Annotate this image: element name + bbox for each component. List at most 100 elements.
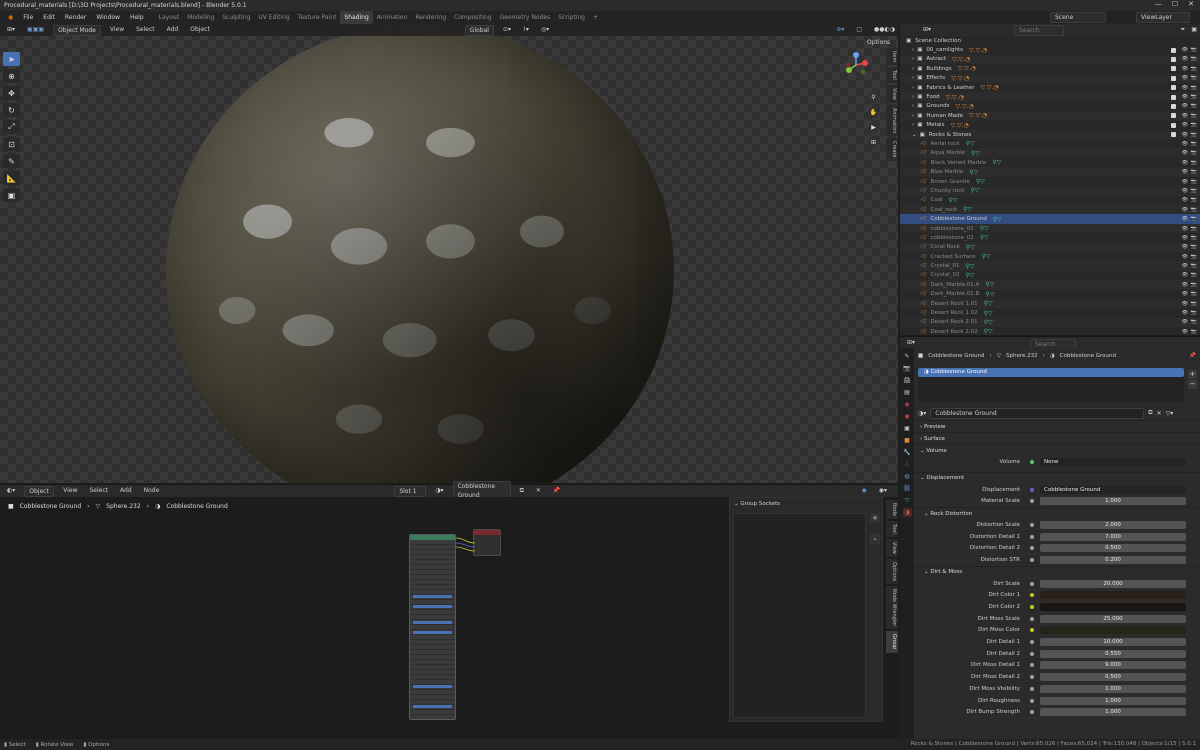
outliner-item[interactable]: › ▽ Coral Rock ⚲▽ 👁 📷 [900, 242, 1200, 252]
tab-item[interactable]: Item [886, 48, 898, 66]
outliner-item[interactable]: › ▽ Crystal_02 ⚲▽ 👁 📷 [900, 271, 1200, 280]
pin-properties-icon[interactable]: 📌 [1189, 353, 1196, 359]
camera-icon[interactable]: 📷 [1191, 291, 1197, 297]
proportional-edit-icon[interactable]: ◎▾ [538, 25, 552, 35]
camera-icon[interactable]: 📷 [1191, 56, 1197, 62]
workspace-tab-compositing[interactable]: Compositing [450, 11, 496, 24]
eye-icon[interactable]: 👁 [1182, 310, 1188, 316]
property-field[interactable]: 1.000 [1040, 708, 1186, 717]
camera-icon[interactable]: 📷 [1191, 141, 1197, 147]
outliner-scene-collection[interactable]: ▣ Scene Collection [900, 36, 1200, 45]
camera-icon[interactable]: 📷 [1191, 216, 1197, 222]
outliner-filter-icon[interactable]: ⊞▾ [920, 25, 934, 35]
outliner-item[interactable]: › ▽ Aqua Marble ⚲▽ 👁 📷 [900, 148, 1200, 159]
material-slots-list[interactable]: ◑ Cobblestone Ground [918, 368, 1184, 402]
outliner-item[interactable]: › ▽ Aerial rock ⚲▽ 👁 📷 [900, 139, 1200, 148]
section-rock-distortion[interactable]: ⌄ Rock Distortion [914, 507, 1200, 519]
eye-icon[interactable]: 👁 [1182, 179, 1188, 185]
chevron-right-icon[interactable]: › [912, 85, 914, 91]
eye-icon[interactable]: 👁 [1182, 254, 1188, 260]
outliner-collection[interactable]: › ▣ Astract ▽.▽.◔ 👁 📷 [900, 54, 1200, 65]
outliner-item[interactable]: › ▽ cobblestone_02 ⚲▽ 👁 📷 [900, 233, 1200, 242]
particles-tab-icon[interactable]: ∴ [903, 460, 912, 469]
property-field[interactable]: 0.550 [1040, 649, 1186, 658]
grid-view-icon[interactable]: ⊞ [868, 137, 879, 148]
exclude-checkbox[interactable] [1171, 47, 1176, 53]
exclude-checkbox[interactable] [1171, 132, 1176, 138]
viewport-options[interactable]: Options [864, 38, 893, 48]
eye-icon[interactable]: 👁 [1182, 216, 1188, 222]
eye-icon[interactable]: 👁 [1182, 282, 1188, 288]
tab-node-wrangler[interactable]: Node Wrangler [886, 585, 898, 630]
outliner-item[interactable]: › ▽ Brown Granite ⚲▽ 👁 📷 [900, 177, 1200, 186]
camera-icon[interactable]: 📷 [1191, 301, 1197, 307]
group-sockets-list[interactable] [733, 513, 866, 718]
pin-icon[interactable]: 📌 [550, 486, 563, 496]
tab-node-tool[interactable]: Tool [886, 521, 898, 537]
unlink-icon[interactable]: ✕ [533, 486, 544, 496]
3d-viewport[interactable] [0, 24, 898, 483]
workspace-tab-modeling[interactable]: Modeling [183, 11, 218, 24]
material-browse-icon[interactable]: ◑▾ [432, 486, 446, 496]
material-slot-item[interactable]: ◑ Cobblestone Ground [918, 368, 1184, 377]
outliner-search[interactable]: Search [1014, 24, 1065, 36]
outliner-collection[interactable]: › ▣ Human Made ▽.▽.◔ 👁 📷 [900, 111, 1200, 121]
camera-icon[interactable]: 📷 [1191, 150, 1197, 156]
outliner-collection[interactable]: › ▣ Grounds ▽.▽.◔ 👁 📷 [900, 102, 1200, 111]
eye-icon[interactable]: 👁 [1182, 85, 1188, 91]
scale-icon[interactable]: ⤢ [3, 120, 20, 134]
camera-icon[interactable]: 📷 [1191, 160, 1197, 166]
node-overlay-icon[interactable]: ◉ [859, 486, 870, 496]
eye-icon[interactable]: 👁 [1182, 319, 1188, 325]
property-field[interactable]: 10.000 [1040, 638, 1186, 647]
camera-icon[interactable]: 📷 [1191, 235, 1197, 241]
outliner-item[interactable]: › ▽ Coal ⚲▽ 👁 📷 [900, 196, 1200, 205]
camera-icon[interactable]: 📷 [1191, 122, 1197, 128]
eye-icon[interactable]: 👁 [1182, 235, 1188, 241]
camera-icon[interactable]: 📷 [1191, 179, 1197, 185]
chevron-right-icon[interactable]: › [912, 113, 914, 119]
outliner-item[interactable]: › ▽ Black Veined Marble ⚲▽ 👁 📷 [900, 158, 1200, 167]
rotate-icon[interactable]: ↻ [3, 103, 20, 117]
add-cube-icon[interactable]: ▣ [3, 188, 20, 202]
close-icon[interactable]: ✕ [1188, 0, 1194, 11]
workspace-tab-texture-paint[interactable]: Texture Paint [294, 11, 341, 24]
viewport-menu-view[interactable]: View [107, 25, 127, 35]
outliner-collection[interactable]: › ▣ Buildings ▽.▽.◔ 👁 📷 [900, 64, 1200, 73]
chevron-right-icon[interactable]: › [912, 56, 914, 62]
chevron-right-icon[interactable]: › [912, 47, 914, 53]
scene-tab-icon[interactable]: ◉ [903, 400, 912, 409]
object-tab-icon[interactable]: ■ [903, 436, 912, 445]
exclude-checkbox[interactable] [1171, 122, 1176, 128]
tab-tool[interactable]: Tool [886, 67, 898, 84]
property-field[interactable] [1040, 626, 1186, 635]
camera-icon[interactable]: 📷 [1191, 47, 1197, 53]
menu-edit[interactable]: Edit [38, 11, 60, 24]
camera-icon[interactable]: 📷 [1191, 263, 1197, 269]
volume-field[interactable]: None [1040, 457, 1186, 466]
property-field[interactable]: 2.000 [1040, 520, 1186, 529]
exclude-checkbox[interactable] [1171, 56, 1176, 62]
material-filter-icon[interactable]: ▽▾ [1166, 410, 1174, 417]
property-field[interactable]: 0.200 [1040, 555, 1186, 564]
eye-icon[interactable]: 👁 [1182, 47, 1188, 53]
camera-icon[interactable]: 📷 [1191, 94, 1197, 100]
material-name-input[interactable]: Cobblestone Ground [930, 407, 1145, 419]
camera-icon[interactable]: 📷 [1191, 132, 1197, 138]
chevron-right-icon[interactable]: › [912, 103, 914, 109]
remove-slot-button[interactable]: − [1188, 380, 1197, 389]
section-dirt-moss[interactable]: ⌄ Dirt & Moss [914, 565, 1200, 578]
outliner-item[interactable]: › ▽ Chunky rock ⚲▽ 👁 📷 [900, 186, 1200, 196]
eye-icon[interactable]: 👁 [1182, 244, 1188, 250]
exclude-checkbox[interactable] [1171, 103, 1176, 109]
eye-icon[interactable]: 👁 [1182, 301, 1188, 307]
eye-icon[interactable]: 👁 [1182, 197, 1188, 203]
outliner-item[interactable]: › ▽ Blue Marble ⚲▽ 👁 📷 [900, 167, 1200, 177]
camera-icon[interactable]: 📷 [1191, 310, 1197, 316]
camera-icon[interactable]: 📷 [1191, 197, 1197, 203]
exclude-checkbox[interactable] [1171, 75, 1176, 81]
outliner-item[interactable]: › ▽ Desert Rock 2.01 ⚲▽ 👁 📷 [900, 317, 1200, 328]
outliner-item[interactable]: › ▽ Crystal_01 ⚲▽ 👁 📷 [900, 261, 1200, 271]
node-editor-type-icon[interactable]: ◐▾ [4, 486, 18, 496]
property-field[interactable]: 0.500 [1040, 673, 1186, 682]
